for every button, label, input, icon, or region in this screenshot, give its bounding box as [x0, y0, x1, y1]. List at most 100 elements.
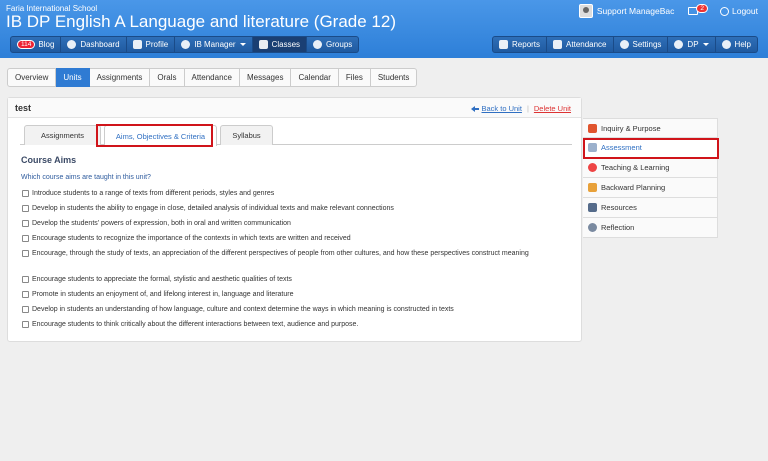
side-item-label: Inquiry & Purpose [601, 123, 661, 133]
back-to-unit-link[interactable]: Back to Unit [470, 104, 522, 113]
aim-label: Promote in students an enjoyment of, and… [32, 291, 294, 298]
side-item-backward-planning[interactable]: Backward Planning [583, 178, 718, 198]
course-aims-question: Which course aims are taught in this uni… [21, 174, 151, 181]
nav-dashboard-label: Dashboard [80, 40, 120, 49]
nav-classes[interactable]: Classes [252, 36, 308, 53]
nav-profile[interactable]: Profile [126, 36, 176, 53]
unit-side-menu: Inquiry & Purpose Assessment Teaching & … [583, 118, 718, 238]
reflection-icon [588, 223, 597, 232]
aim-checkbox[interactable] [22, 276, 29, 283]
aim-checkbox[interactable] [22, 306, 29, 313]
side-item-label: Reflection [601, 223, 635, 232]
class-tabs: Overview Units Assignments Orals Attenda… [7, 68, 418, 87]
subtab-syllabus[interactable]: Syllabus [220, 125, 273, 145]
logout-label: Logout [732, 6, 758, 16]
delete-unit-link[interactable]: Delete Unit [534, 104, 571, 113]
side-item-resources[interactable]: Resources [583, 198, 718, 218]
side-item-inquiry-purpose[interactable]: Inquiry & Purpose [583, 118, 718, 138]
messages-button[interactable]: 2 [688, 3, 712, 16]
nav-settings-label: Settings [632, 40, 662, 49]
help-icon [721, 40, 731, 49]
nav-reports[interactable]: Reports [492, 36, 548, 53]
nav-blog-label: Blog [38, 40, 55, 49]
tab-assignments[interactable]: Assignments [89, 68, 151, 87]
nav-attendance-label: Attendance [566, 40, 607, 49]
aim-item[interactable]: Encourage students to appreciate the for… [22, 275, 562, 285]
resources-icon [588, 203, 597, 212]
blog-count-badge: 114 [17, 40, 36, 49]
side-item-teaching-learning[interactable]: Teaching & Learning [583, 158, 718, 178]
logout-link[interactable]: Logout [720, 6, 758, 16]
nav-settings[interactable]: Settings [613, 36, 669, 53]
inquiry-icon [588, 123, 597, 133]
nav-profile-label: Profile [145, 40, 169, 49]
side-item-label: Backward Planning [601, 183, 666, 192]
globe-icon [181, 40, 191, 49]
nav-groups[interactable]: Groups [307, 36, 360, 53]
unit-panel: test Back to Unit | Delete Unit Assignme… [7, 97, 582, 342]
aim-item[interactable]: Encourage students to think critically a… [22, 320, 562, 330]
unit-header: test Back to Unit | Delete Unit [8, 98, 581, 118]
nav-blog[interactable]: 114 Blog [10, 36, 62, 53]
tab-overview[interactable]: Overview [7, 68, 57, 87]
tab-calendar[interactable]: Calendar [291, 68, 339, 87]
planning-icon [588, 183, 597, 192]
nav-classes-label: Classes [271, 40, 301, 49]
nav-dashboard[interactable]: Dashboard [61, 36, 127, 53]
aim-label: Encourage students to think critically a… [32, 321, 359, 328]
tab-students[interactable]: Students [370, 68, 418, 87]
profile-icon [132, 40, 142, 49]
course-aims-title: Course Aims [21, 155, 77, 165]
nav-search-dp[interactable]: DP [668, 36, 716, 53]
aim-checkbox[interactable] [22, 220, 29, 227]
aim-checkbox[interactable] [22, 190, 29, 197]
groups-icon [313, 40, 323, 49]
aim-checkbox[interactable] [22, 205, 29, 212]
nav-help-label: Help [734, 40, 751, 49]
aim-item[interactable]: Develop the students' powers of expressi… [22, 219, 562, 229]
tab-orals[interactable]: Orals [150, 68, 185, 87]
aim-checkbox[interactable] [22, 321, 29, 328]
chevron-down-icon [239, 43, 246, 46]
aim-item[interactable]: Encourage, through the study of texts, a… [22, 249, 562, 259]
attendance-icon [553, 40, 563, 49]
aim-label: Introduce students to a range of texts f… [32, 190, 275, 197]
app-header: Faria International School IB DP English… [0, 0, 768, 58]
subtab-assignments[interactable]: Assignments [24, 125, 101, 145]
aim-item[interactable]: Encourage students to recognize the impo… [22, 234, 562, 244]
aim-label: Develop in students the ability to engag… [32, 205, 394, 212]
nav-groups-label: Groups [326, 40, 353, 49]
dashboard-icon [67, 40, 77, 49]
teaching-icon [588, 163, 597, 172]
aim-checkbox[interactable] [22, 250, 29, 257]
user-name-link[interactable]: Support ManageBac [597, 6, 675, 16]
nav-attendance[interactable]: Attendance [547, 36, 614, 53]
nav-help[interactable]: Help [715, 36, 758, 53]
classes-icon [258, 40, 268, 49]
avatar[interactable] [578, 4, 593, 18]
side-item-reflection[interactable]: Reflection [583, 218, 718, 238]
page-title: IB DP English A Language and literature … [6, 12, 396, 31]
nav-ib-manager[interactable]: IB Manager [175, 36, 253, 53]
aim-label: Encourage, through the study of texts, a… [32, 250, 529, 257]
unit-actions: Back to Unit | Delete Unit [470, 104, 571, 113]
unit-title: test [15, 103, 32, 113]
nav-ib-manager-label: IB Manager [194, 40, 236, 49]
aim-checkbox[interactable] [22, 291, 29, 298]
nav-dp-label: DP [687, 40, 699, 49]
aim-item[interactable]: Promote in students an enjoyment of, and… [22, 290, 562, 300]
aim-label: Develop the students' powers of expressi… [32, 220, 291, 227]
chevron-down-icon [702, 43, 709, 46]
tab-files[interactable]: Files [338, 68, 371, 87]
tab-units[interactable]: Units [56, 68, 90, 87]
arrow-left-icon [470, 105, 479, 112]
aim-label: Encourage students to appreciate the for… [32, 276, 292, 283]
aim-item[interactable]: Introduce students to a range of texts f… [22, 189, 562, 199]
aim-item[interactable]: Develop in students the ability to engag… [22, 204, 562, 214]
aim-checkbox[interactable] [22, 235, 29, 242]
tab-messages[interactable]: Messages [239, 68, 292, 87]
reports-icon [499, 40, 509, 49]
tab-attendance[interactable]: Attendance [184, 68, 240, 87]
nav-reports-label: Reports [512, 40, 541, 49]
aim-item[interactable]: Develop in students an understanding of … [22, 305, 562, 315]
